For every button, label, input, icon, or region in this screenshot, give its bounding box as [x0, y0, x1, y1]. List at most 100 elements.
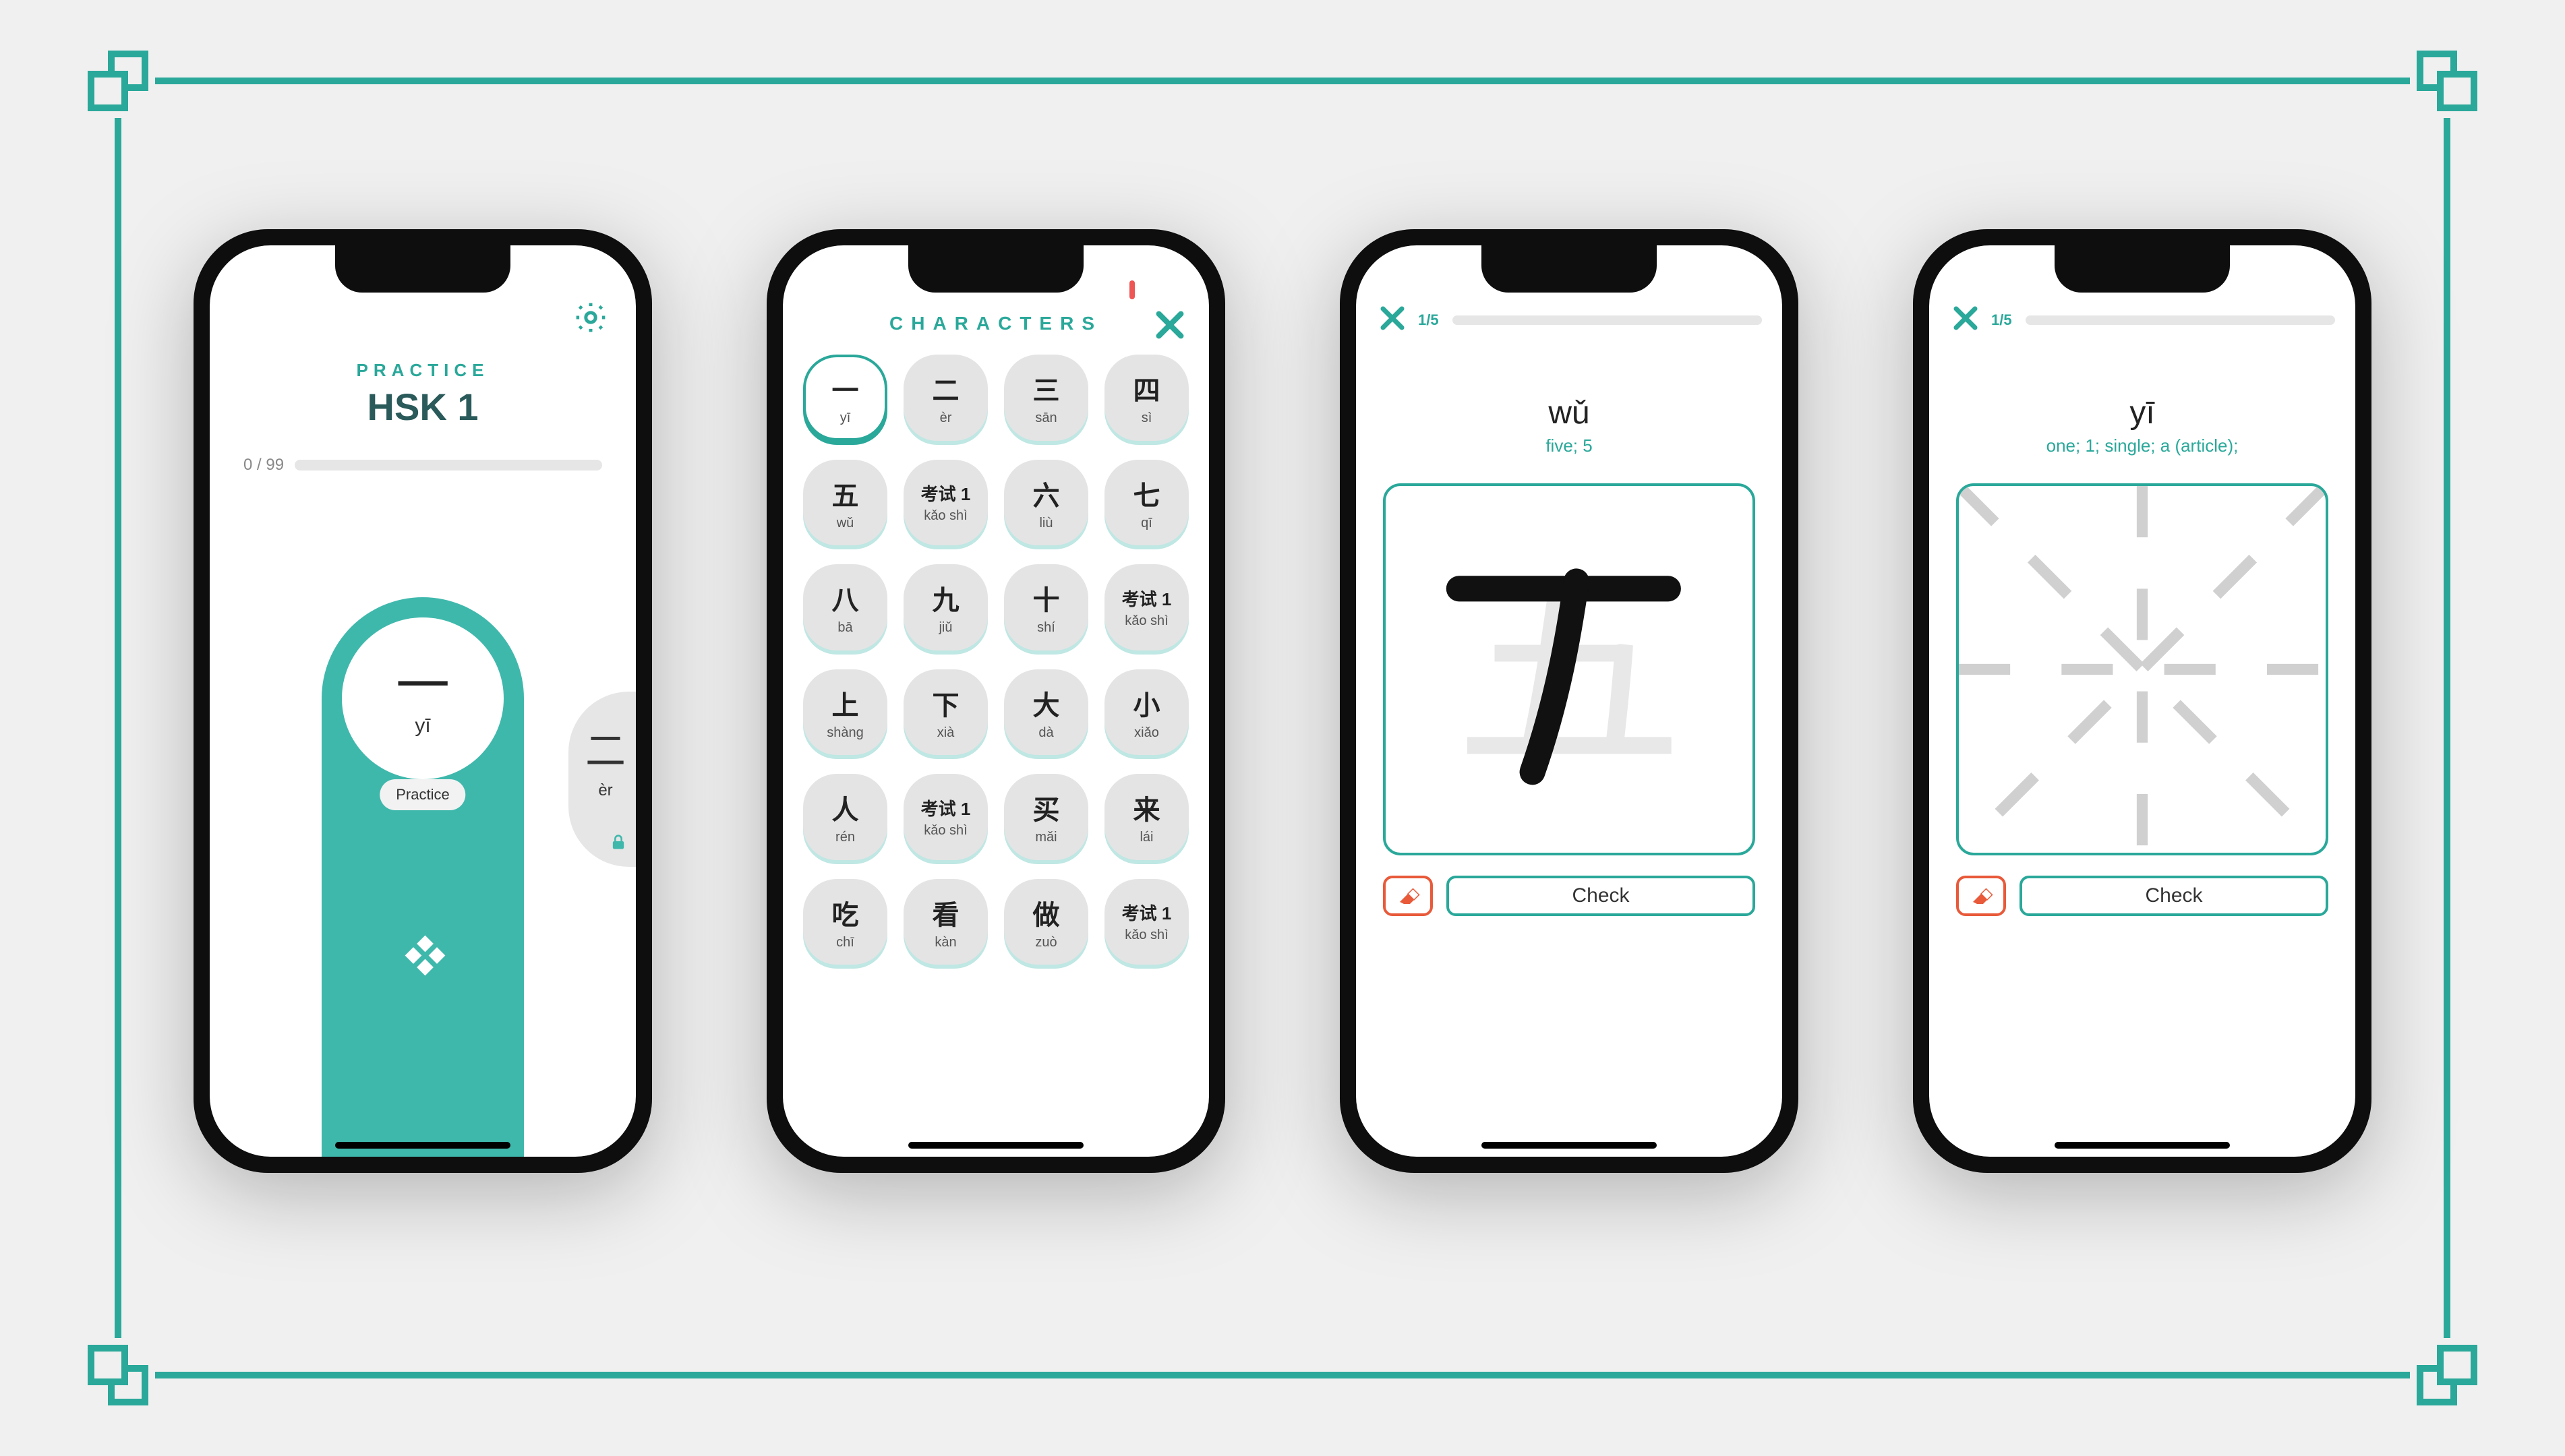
cell-glyph: 考试 1	[921, 481, 971, 506]
close-icon[interactable]	[1376, 302, 1409, 338]
progress-bar	[295, 460, 602, 471]
cell-pinyin: lái	[1140, 830, 1153, 845]
character-cell[interactable]: 九 jiǔ	[904, 564, 988, 650]
cell-glyph: 人	[832, 788, 859, 827]
close-icon[interactable]	[1949, 302, 1982, 338]
phone-characters-grid: CHARACTERS 一yī二èr三sān四sì五wǔ考试 1kǎo shì六l…	[767, 229, 1225, 1173]
check-button[interactable]: Check	[2019, 876, 2328, 916]
cell-pinyin: wǔ	[837, 516, 854, 531]
lesson-card-main[interactable]: 一 yī Practice	[322, 597, 524, 1157]
cell-pinyin: bā	[837, 620, 852, 636]
cell-pinyin: jiǔ	[939, 620, 952, 636]
character-cell[interactable]: 买 mǎi	[1004, 774, 1088, 860]
grid-guides	[1959, 486, 2326, 853]
cell-pinyin: èr	[940, 411, 952, 426]
cell-pinyin: shàng	[827, 725, 864, 741]
cell-glyph: 考试 1	[921, 795, 971, 820]
character-cell[interactable]: 吃chī	[803, 879, 887, 965]
cell-pinyin: liù	[1039, 516, 1053, 531]
characters-grid: 一yī二èr三sān四sì五wǔ考试 1kǎo shì六liù七qī八bā九ji…	[783, 355, 1209, 965]
character-cell[interactable]: 看 kàn	[904, 879, 988, 965]
cell-glyph: 买	[1033, 788, 1060, 827]
cell-glyph: 小	[1133, 684, 1160, 723]
character-cell[interactable]: 做 zuò	[1004, 879, 1088, 965]
phone-write-wu: 1/5 wǔ five; 5 五	[1340, 229, 1798, 1173]
cell-pinyin: mǎi	[1035, 830, 1057, 845]
cell-pinyin: kǎo shì	[924, 823, 967, 839]
character-cell[interactable]: 大dà	[1004, 669, 1088, 756]
prompt-definition: one; 1; single; a (article);	[1929, 435, 2355, 456]
lock-icon	[609, 832, 628, 855]
prompt-pinyin: yī	[1929, 394, 2355, 431]
settings-icon[interactable]	[572, 299, 609, 339]
cell-pinyin: chī	[836, 935, 854, 950]
cell-pinyin: yī	[840, 411, 851, 426]
character-cell[interactable]: 考试 1kǎo shì	[1104, 564, 1189, 650]
character-cell[interactable]: 小xiǎo	[1104, 669, 1189, 756]
cell-glyph: 八	[832, 578, 859, 617]
cell-glyph: 三	[1033, 369, 1060, 408]
cell-pinyin: sān	[1035, 411, 1057, 426]
phone-practice-home: PRACTICE HSK 1 0 / 99 一 yī Practice	[194, 229, 652, 1173]
character-cell[interactable]: 考试 1 kǎo shì	[1104, 879, 1189, 965]
cell-glyph: 上	[832, 684, 859, 723]
recording-indicator-icon	[1129, 280, 1135, 299]
erase-button[interactable]	[1956, 876, 2006, 916]
check-button[interactable]: Check	[1446, 876, 1755, 916]
cell-glyph: 四	[1133, 369, 1160, 408]
next-pinyin: èr	[598, 781, 612, 800]
eraser-icon	[1969, 884, 1993, 908]
character-cell[interactable]: 上 shàng	[803, 669, 887, 756]
user-strokes	[1386, 486, 1752, 853]
cell-glyph: 二	[933, 369, 960, 408]
character-cell[interactable]: 十 shí	[1004, 564, 1088, 650]
character-cell[interactable]: 八 bā	[803, 564, 887, 650]
cell-pinyin: sì	[1142, 411, 1152, 426]
cell-glyph: 十	[1033, 578, 1060, 617]
lesson-pinyin: yī	[415, 715, 430, 737]
cell-pinyin: kǎo shì	[1125, 928, 1168, 943]
character-cell[interactable]: 下xià	[904, 669, 988, 756]
character-cell[interactable]: 六 liù	[1004, 460, 1088, 546]
writing-canvas[interactable]	[1956, 483, 2328, 855]
lesson-card-next[interactable]: 二 èr	[568, 692, 636, 867]
cell-glyph: 下	[933, 684, 960, 723]
question-counter: 1/5	[1418, 311, 1439, 329]
erase-button[interactable]	[1383, 876, 1433, 916]
cell-glyph: 大	[1033, 684, 1060, 723]
character-cell[interactable]: 五wǔ	[803, 460, 887, 546]
practice-button[interactable]: Practice	[380, 779, 465, 810]
character-cell[interactable]: 四 sì	[1104, 355, 1189, 441]
practice-subtitle: PRACTICE	[210, 360, 636, 381]
character-cell[interactable]: 二 èr	[904, 355, 988, 441]
cell-glyph: 考试 1	[1122, 900, 1172, 925]
cell-glyph: 六	[1033, 474, 1060, 513]
practice-title: HSK 1	[210, 385, 636, 429]
character-cell[interactable]: 人rén	[803, 774, 887, 860]
cell-glyph: 做	[1033, 893, 1060, 932]
character-cell[interactable]: 三 sān	[1004, 355, 1088, 441]
cell-glyph: 来	[1133, 788, 1160, 827]
lesson-carousel[interactable]: 一 yī Practice 二 èr	[210, 597, 636, 1157]
character-cell[interactable]: 七qī	[1104, 460, 1189, 546]
close-icon[interactable]	[1151, 306, 1189, 347]
cell-pinyin: kǎo shì	[924, 508, 967, 524]
cell-glyph: 一	[832, 369, 859, 408]
prompt-pinyin: wǔ	[1356, 394, 1782, 431]
cell-glyph: 九	[933, 578, 960, 617]
next-glyph: 二	[585, 719, 626, 777]
progress-bar	[1452, 315, 1762, 325]
character-cell[interactable]: 一 yī	[803, 355, 887, 441]
cell-glyph: 看	[933, 893, 960, 932]
lesson-glyph: 一	[396, 659, 450, 713]
cell-pinyin: kàn	[935, 935, 956, 950]
character-cell[interactable]: 考试 1 kǎo shì	[904, 774, 988, 860]
cell-pinyin: shí	[1037, 620, 1055, 636]
character-cell[interactable]: 考试 1 kǎo shì	[904, 460, 988, 546]
diamond-icon	[399, 934, 446, 985]
cell-glyph: 考试 1	[1122, 586, 1172, 611]
eraser-icon	[1396, 884, 1420, 908]
character-cell[interactable]: 来 lái	[1104, 774, 1189, 860]
writing-canvas[interactable]: 五	[1383, 483, 1755, 855]
cell-pinyin: zuò	[1035, 935, 1057, 950]
